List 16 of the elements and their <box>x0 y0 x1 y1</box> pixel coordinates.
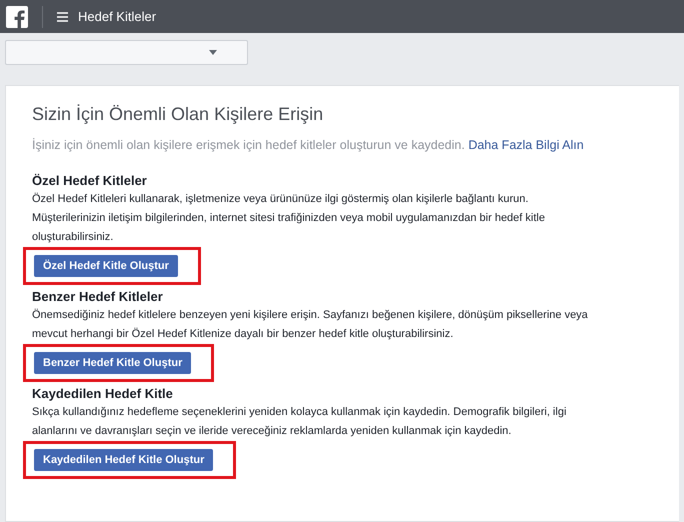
caret-icon <box>209 50 217 55</box>
create-audience-button[interactable]: Özel Hedef Kitle Oluştur <box>34 255 178 277</box>
audience-type-description: Sıkça kullandığınız hedefleme seçeneklerini yeniden kolayca kullanmak için kaydedin. Demografik bilgileri, ilgi alanlarını ve davranışları seçin ve ileride vereceğiniz reklamlarda yeniden kullanmak için kaydedin. <box>32 405 568 439</box>
audience-type-title: Kaydedilen Hedef Kitle <box>32 386 174 401</box>
menu-icon[interactable] <box>57 12 68 22</box>
learn-more-link[interactable]: Daha Fazla Bilgi Alın <box>468 138 584 152</box>
audience-type-description: Özel Hedef Kitleleri kullanarak, işletmenize veya ürününüze ilgi göstermiş olan kişilerle bağlantı kurun. Müşterilerinizin iletişim bilgilerinden, internet sitesi trafiğinizden veya mobil uygulamanızdan bir hedef kitle oluşturabilirsiniz. <box>32 192 546 245</box>
intro-text: İşiniz için önemli olan kişilere erişmek için hedef kitleler oluşturun ve kaydedin. Daha Fazla Bilgi Alın <box>32 137 585 154</box>
page-title: Hedef Kitleler <box>78 9 156 24</box>
audience-type-title: Benzer Hedef Kitleler <box>32 289 164 304</box>
section-heading: Sizin İçin Önemli Olan Kişilere Erişin <box>32 104 324 125</box>
audience-type-description: Önemsediğiniz hedef kitlelere benzeyen yeni kişilere erişin. Sayfanızı beğenen kişilere, dönüşüm piksellerine veya mevcut herhangi bir Özel Hedef Kitlenize dayalı bir benzer hedef kitle oluşturabilirsiniz. <box>32 308 589 342</box>
facebook-logo-icon[interactable] <box>6 6 28 28</box>
create-audience-button[interactable]: Benzer Hedef Kitle Oluştur <box>34 352 192 374</box>
audience-type-title: Özel Hedef Kitleler <box>32 173 148 188</box>
create-audience-button[interactable]: Kaydedilen Hedef Kitle Oluştur <box>34 449 214 471</box>
